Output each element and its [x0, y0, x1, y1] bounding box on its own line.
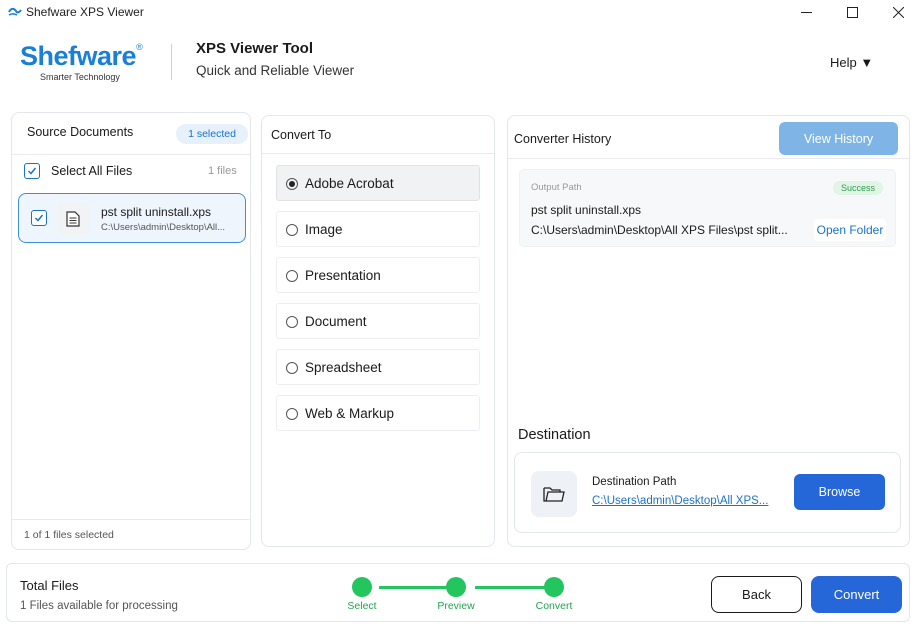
output-path-label: Output Path — [531, 182, 582, 193]
select-all-checkbox[interactable] — [24, 163, 40, 179]
step-connector — [475, 586, 545, 589]
history-entry: Output Path Success pst split uninstall.… — [519, 169, 896, 247]
divider — [12, 519, 250, 520]
total-files-subtext: 1 Files available for processing — [20, 600, 178, 612]
file-path: C:\Users\admin\Desktop\All... — [101, 222, 226, 233]
browse-button[interactable]: Browse — [794, 474, 885, 510]
minimize-icon — [800, 11, 812, 13]
select-all-label: Select All Files — [51, 164, 133, 178]
option-label: Document — [305, 314, 367, 329]
divider — [508, 158, 909, 159]
checkmark-icon — [34, 214, 44, 222]
convert-button[interactable]: Convert — [811, 576, 902, 613]
converter-history-panel: Converter History View History Output Pa… — [507, 115, 910, 547]
file-list-item[interactable]: pst split uninstall.xps C:\Users\admin\D… — [18, 193, 246, 243]
step-select-dot — [352, 577, 372, 597]
document-icon — [57, 203, 89, 235]
header-divider — [171, 44, 172, 80]
radio-button[interactable] — [286, 224, 298, 236]
selected-count-badge: 1 selected — [176, 124, 248, 144]
option-image[interactable]: Image — [276, 211, 480, 247]
step-select-label: Select — [347, 600, 377, 612]
maximize-button[interactable] — [829, 0, 875, 24]
option-label: Presentation — [305, 268, 381, 283]
brand-logo: Shefware® Smarter Technology — [20, 41, 143, 82]
destination-heading: Destination — [518, 427, 591, 443]
divider — [12, 154, 250, 155]
option-web-markup[interactable]: Web & Markup — [276, 395, 480, 431]
option-spreadsheet[interactable]: Spreadsheet — [276, 349, 480, 385]
status-badge: Success — [833, 181, 883, 195]
view-history-button[interactable]: View History — [779, 122, 898, 155]
step-preview-label: Preview — [437, 600, 475, 612]
title-bar: Shefware XPS Viewer — [0, 0, 923, 24]
step-connector — [379, 586, 455, 589]
close-icon — [892, 6, 904, 18]
option-label: Web & Markup — [305, 406, 395, 421]
window-title: Shefware XPS Viewer — [26, 5, 144, 19]
converter-history-heading: Converter History — [514, 132, 612, 146]
app-heading: XPS Viewer Tool — [196, 40, 313, 57]
logo-text: Shefware — [20, 41, 137, 71]
files-count: 1 files — [208, 165, 237, 177]
radio-button[interactable] — [286, 362, 298, 374]
destination-path-link[interactable]: C:\Users\admin\Desktop\All XPS... — [592, 495, 768, 507]
help-menu-button[interactable]: Help ▼ — [830, 55, 873, 70]
option-label: Image — [305, 222, 343, 237]
file-name: pst split uninstall.xps — [101, 205, 212, 219]
logo-registered-mark: ® — [136, 42, 143, 52]
destination-card: Destination Path C:\Users\admin\Desktop\… — [514, 452, 901, 533]
option-document[interactable]: Document — [276, 303, 480, 339]
app-logo-icon — [8, 7, 22, 16]
step-convert-dot — [544, 577, 564, 597]
radio-button[interactable] — [286, 408, 298, 420]
footer-bar: Total Files 1 Files available for proces… — [6, 563, 910, 622]
convert-to-panel: Convert To Adobe Acrobat Image Presentat… — [261, 115, 495, 547]
source-documents-heading: Source Documents — [27, 125, 134, 139]
source-documents-panel: Source Documents 1 selected Select All F… — [11, 112, 251, 550]
convert-to-heading: Convert To — [271, 128, 332, 142]
divider — [262, 153, 494, 154]
option-presentation[interactable]: Presentation — [276, 257, 480, 293]
back-button[interactable]: Back — [711, 576, 802, 613]
total-files-heading: Total Files — [20, 578, 79, 593]
option-label: Adobe Acrobat — [305, 176, 394, 191]
history-file-name: pst split uninstall.xps — [531, 203, 642, 217]
radio-button[interactable] — [286, 270, 298, 282]
file-checkbox[interactable] — [31, 210, 47, 226]
logo-tagline: Smarter Technology — [40, 72, 120, 82]
checkmark-icon — [27, 167, 37, 175]
step-preview-dot — [446, 577, 466, 597]
folder-icon — [531, 471, 577, 517]
close-button[interactable] — [875, 0, 921, 24]
option-adobe-acrobat[interactable]: Adobe Acrobat — [276, 165, 480, 201]
open-folder-button[interactable]: Open Folder — [814, 219, 886, 241]
option-label: Spreadsheet — [305, 360, 382, 375]
app-subheading: Quick and Reliable Viewer — [196, 63, 355, 78]
radio-button[interactable] — [286, 316, 298, 328]
destination-path-label: Destination Path — [592, 476, 677, 488]
files-selected-summary: 1 of 1 files selected — [24, 529, 114, 541]
history-output-path: C:\Users\admin\Desktop\All XPS Files\pst… — [531, 223, 788, 237]
radio-button-selected[interactable] — [286, 178, 298, 190]
maximize-icon — [846, 6, 858, 18]
step-convert-label: Convert — [535, 600, 573, 612]
minimize-button[interactable] — [783, 0, 829, 24]
